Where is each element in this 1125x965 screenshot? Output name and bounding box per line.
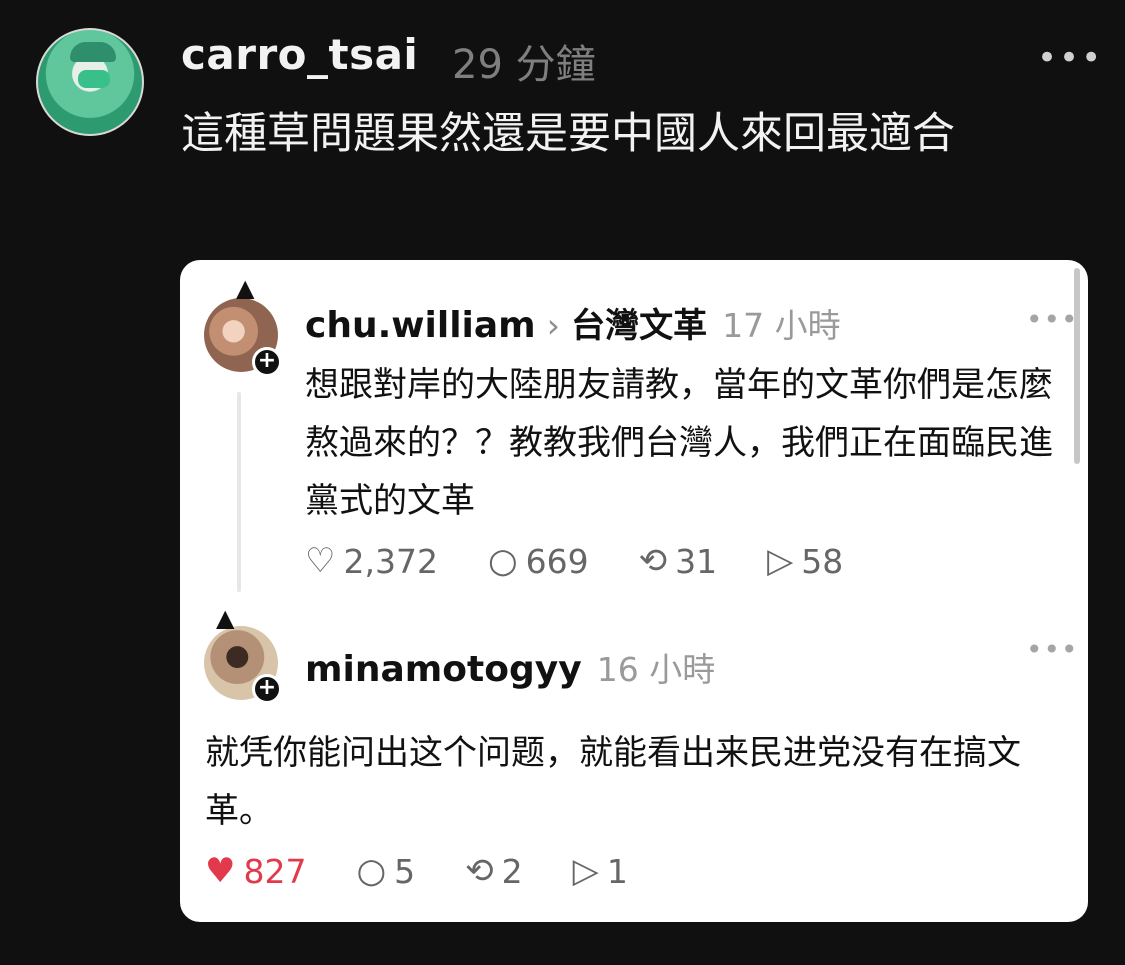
comment-icon: ○ xyxy=(487,541,518,581)
avatar-cap xyxy=(70,42,116,62)
repost-icon: ⟲ xyxy=(638,541,668,581)
comment-count: 669 xyxy=(525,541,589,581)
comment-count: 5 xyxy=(394,851,416,891)
share-button[interactable]: ▷ 58 xyxy=(767,541,843,581)
post1-time: 17 小時 xyxy=(722,306,841,345)
outer-username[interactable]: carro_tsai xyxy=(181,30,418,79)
post1-text: 想跟對岸的大陸朋友請教，當年的文革你們是怎麼熬過來的？？教教我們台灣人，我們正在… xyxy=(305,365,1053,521)
post1-topic[interactable]: 台灣文革 xyxy=(571,306,707,346)
comment-button[interactable]: ○ 669 xyxy=(488,541,589,581)
share-count: 58 xyxy=(801,541,844,581)
post2-more-icon[interactable]: ••• xyxy=(1026,633,1079,666)
thread-line xyxy=(237,392,241,592)
quoted-thread-card[interactable]: ▲ + chu.william › 台灣文革 17 小時 ••• 想跟對岸的大陸… xyxy=(180,260,1088,922)
repost-count: 2 xyxy=(501,851,523,891)
post2-actions: ♥ 827 ○ 5 ⟲ 2 ▷ 1 xyxy=(205,851,678,891)
post1-actions: ♡ 2,372 ○ 669 ⟲ 31 ▷ 58 xyxy=(305,541,893,581)
repost-count: 31 xyxy=(675,541,718,581)
like-count: 827 xyxy=(243,851,307,891)
share-icon: ▷ xyxy=(572,851,599,891)
share-count: 1 xyxy=(606,851,628,891)
party-hat-icon: ▲ xyxy=(236,274,255,302)
like-button[interactable]: ♥ 827 xyxy=(205,851,306,891)
follow-plus-icon[interactable]: + xyxy=(252,347,282,377)
comment-button[interactable]: ○ 5 xyxy=(356,851,415,891)
share-button[interactable]: ▷ 1 xyxy=(573,851,628,891)
outer-time: 29 分鐘 xyxy=(452,42,596,88)
follow-plus-icon[interactable]: + xyxy=(252,674,282,704)
heart-icon: ♥ xyxy=(205,851,236,891)
outer-avatar[interactable] xyxy=(36,28,144,136)
repost-button[interactable]: ⟲ 2 xyxy=(465,851,523,891)
heart-icon: ♡ xyxy=(305,541,336,581)
like-button[interactable]: ♡ 2,372 xyxy=(305,541,438,581)
scrollbar[interactable] xyxy=(1074,268,1080,464)
post2-header: minamotogyy 16 小時 xyxy=(305,643,715,691)
outer-post-text: 這種草問題果然還是要中國人來回最適合 xyxy=(181,109,955,159)
share-icon: ▷ xyxy=(767,541,794,581)
repost-button[interactable]: ⟲ 31 xyxy=(639,541,718,581)
avatar-mask xyxy=(78,70,110,88)
post2-text: 就凭你能问出这个问题，就能看出来民进党没有在搞文革。 xyxy=(205,733,1021,831)
post1-more-icon[interactable]: ••• xyxy=(1026,303,1079,336)
like-count: 2,372 xyxy=(343,541,438,581)
post2-time: 16 小時 xyxy=(596,650,716,689)
post2-username[interactable]: minamotogyy xyxy=(305,649,582,690)
post1-username[interactable]: chu.william xyxy=(305,305,536,346)
breadcrumb-separator: › xyxy=(546,306,560,345)
party-hat-icon: ▲ xyxy=(216,604,235,632)
comment-icon: ○ xyxy=(356,851,387,891)
outer-more-icon[interactable]: ••• xyxy=(1037,38,1103,78)
post1-header: chu.william › 台灣文革 17 小時 xyxy=(305,298,841,347)
repost-icon: ⟲ xyxy=(465,851,494,891)
